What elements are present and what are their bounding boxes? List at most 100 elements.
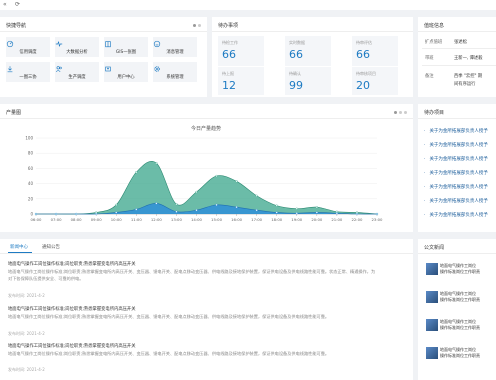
quick-item-label: 用户中心 (117, 75, 135, 80)
doc-text: 地面电气操作工岗位 操作标准岗位工作职责 (440, 347, 496, 358)
quick-item-gis[interactable]: GIS一张图 (104, 37, 148, 57)
data-point (115, 211, 118, 214)
quick-item-label: 信用调度 (19, 50, 37, 55)
todo-item[interactable]: 待审评估 66 (352, 36, 398, 66)
pending-item[interactable]: 关于为金所拓展部负责人授予 (424, 128, 488, 134)
quick-item-production[interactable]: 生产调度 (55, 62, 99, 82)
x-tick-label: 09:00 (91, 217, 103, 222)
data-point (315, 211, 318, 214)
todo-item[interactable]: 实时数据 66 (285, 36, 331, 66)
x-tick-label: 19:00 (291, 217, 303, 222)
carousel-dots[interactable] (191, 23, 201, 29)
doc-line: 操作标准岗位工作职责 (440, 324, 480, 330)
tab-news-center[interactable]: 新闻中心 (10, 244, 28, 250)
data-point (135, 208, 138, 211)
news-title[interactable]: 地面电气操作工岗位操作标准;岗位职责;熟悉掌握变电所内高压开关 (8, 306, 378, 312)
pending-item[interactable]: 关于为金所拓展部负责人授予 (424, 170, 488, 176)
public-doc-item[interactable]: 地面电气操作工岗位 操作标准岗位工作职责 (426, 263, 496, 279)
duty-key: 带班 (425, 56, 434, 61)
public-doc-item[interactable]: 地面电气操作工岗位 操作标准岗位工作职责 (426, 347, 496, 363)
chart-title: 今日产量趋势 (191, 125, 221, 132)
quick-item-system[interactable]: 系统管理 (153, 62, 197, 82)
y-tick-label: 40 (28, 181, 34, 186)
news-title[interactable]: 地面电气操作工岗位操作标准;岗位职责;熟悉掌握变电所内高压开关 (8, 343, 378, 349)
todo-value: 66 (222, 48, 236, 61)
doc-text: 地面电气操作工岗位 操作标准岗位工作职责 (440, 291, 496, 302)
x-tick-label: 16:00 (231, 217, 243, 222)
doc-thumbnail (426, 319, 438, 331)
news-body: 地面电气操作工岗位操作标准;岗位职责;熟悉掌握变电所内高压开关、变压器、馈电开关… (8, 314, 330, 319)
quick-item-dispatch[interactable]: 信用调度 (6, 37, 50, 57)
quick-item-label: 系统管理 (166, 75, 184, 80)
data-point (315, 206, 318, 209)
doc-line: 操作标准岗位工作职责 (440, 268, 480, 274)
x-tick-label: 11:00 (131, 217, 143, 222)
news-body: 地面电气操作工岗位操作标准;岗位职责;熟悉掌握变电所内高压开关、变压器、馈电开关… (8, 269, 376, 281)
y-tick-label: 100 (25, 136, 33, 141)
public-doc-item[interactable]: 地面电气操作工岗位 操作标准岗位工作职责 (426, 319, 496, 335)
x-tick-label: 08:00 (71, 217, 83, 222)
todo-title: 待办事项 (218, 23, 239, 29)
doc-text: 地面电气操作工岗位 操作标准岗位工作职责 (440, 263, 496, 274)
doc-thumbnail (426, 291, 438, 303)
public-docs-card: 公文新闻 地面电气操作工岗位 操作标准岗位工作职责 地面电气操作工岗位 操作标准岗位… (418, 239, 496, 380)
pending-item[interactable]: 关于为金所拓展部负责人授予 (424, 142, 488, 148)
public-doc-item[interactable]: 地面电气操作工岗位 操作标准岗位工作职责 (426, 291, 496, 307)
data-point (355, 212, 359, 216)
data-point (375, 212, 379, 216)
doc-line: 操作标准岗位工作职责 (440, 296, 480, 302)
x-tick-label: 13:00 (171, 217, 183, 222)
back-icon[interactable]: « (3, 1, 7, 8)
public-docs-title: 公文新闻 (424, 245, 445, 251)
quick-item-label: 消息管理 (166, 50, 184, 55)
doc-thumbnail (426, 347, 438, 359)
todo-label: 待确认 (289, 71, 301, 76)
quick-item-label: 大数据分析 (66, 50, 88, 55)
pending-item[interactable]: 关于为金所拓展部负责人授予 (424, 198, 488, 204)
quick-item-message[interactable]: 消息管理 (153, 37, 197, 57)
gear-icon (154, 66, 160, 72)
todo-value: 20 (356, 79, 370, 92)
news-time: 发布时间: 2021-4-2 (8, 331, 45, 336)
data-point (275, 211, 278, 214)
refresh-icon[interactable]: ⟳ (15, 1, 20, 8)
quick-item-bigdata[interactable]: 大数据分析 (55, 37, 99, 57)
todo-item[interactable]: 待审核项目 20 (352, 67, 398, 95)
pending-item[interactable]: 关于为金所拓展部负责人授予 (424, 212, 488, 218)
gauge-icon (6, 40, 14, 48)
doc-line: 地面电气操作工岗位 (440, 291, 476, 296)
data-point (34, 212, 38, 216)
news-title[interactable]: 地面电气操作工岗位操作标准;岗位职责;熟悉掌握变电所内高压开关 (8, 261, 378, 267)
quick-item-usercenter[interactable]: 用户中心 (104, 62, 148, 82)
data-point (235, 180, 238, 183)
x-tick-label: 21:00 (331, 217, 343, 222)
y-tick-label: 0 (30, 212, 33, 217)
download-icon (7, 66, 13, 73)
data-point (75, 212, 78, 216)
x-tick-label: 10:00 (111, 217, 123, 222)
pending-item[interactable]: 关于为金所拓展部负责人授予 (424, 184, 488, 190)
carousel-dots[interactable] (392, 110, 407, 116)
tab-notice[interactable]: 通知公告 (42, 244, 60, 250)
todo-item[interactable]: 待确认 99 (285, 67, 331, 95)
todo-label: 待审核项目 (356, 71, 376, 76)
todo-item[interactable]: 待检工作 66 (218, 36, 264, 66)
data-point (255, 209, 258, 212)
x-tick-label: 15:00 (211, 217, 223, 222)
x-tick-label: 20:00 (311, 217, 323, 222)
data-point (175, 203, 178, 206)
todo-label: 待检工作 (222, 40, 238, 45)
quick-item-onemap[interactable]: 一图三协 (6, 62, 50, 82)
duty-key: 备注 (425, 74, 434, 79)
data-point (115, 203, 118, 206)
y-tick-label: 20 (28, 196, 34, 201)
todo-item[interactable]: 待上报 12 (218, 67, 264, 95)
doc-line: 操作标准岗位工作职责 (440, 352, 480, 358)
pulse-icon (55, 41, 63, 47)
data-point (255, 194, 258, 197)
news-time: 发布时间: 2021-4-2 (8, 293, 45, 298)
pending-item[interactable]: 关于为金所拓展部负责人授予 (424, 156, 488, 162)
news-body: 地面电气操作工岗位操作标准;岗位职责;熟悉掌握变电所内高压开关、变压器、馈电开关… (8, 351, 330, 356)
todo-card: 待办事项 待检工作 66 实时数据 66 待审评估 66 待上报 12 待确认 … (212, 17, 413, 97)
series-area (36, 161, 377, 215)
